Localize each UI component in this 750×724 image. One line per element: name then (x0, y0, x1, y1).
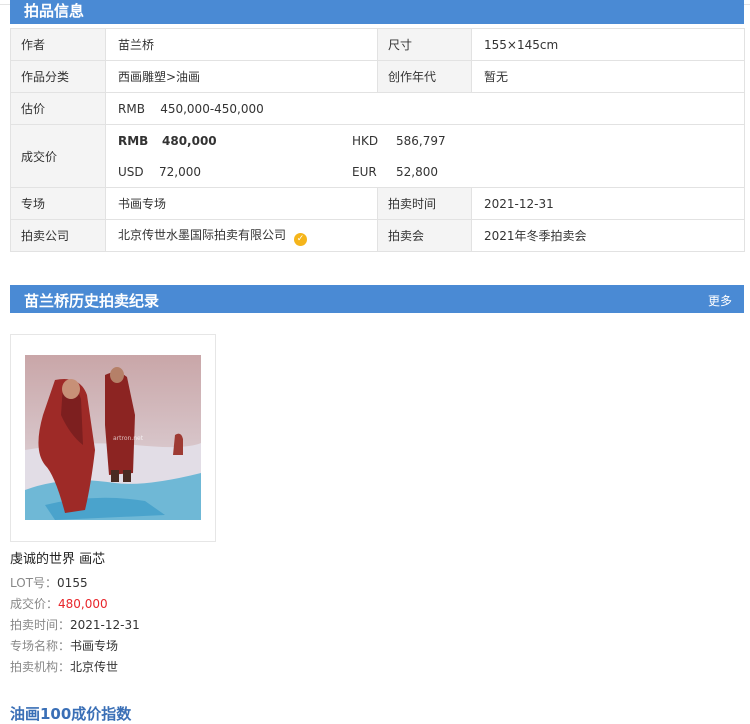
session-label: 专场 (10, 187, 106, 220)
lot-details: 虔诚的世界 画芯 LOT号：0155 成交价：480,000 拍卖时间：2021… (10, 548, 270, 678)
price-index-title: 油画100成价指数 (10, 705, 132, 723)
lot-time-key: 拍卖时间： (10, 618, 71, 632)
lot-info-table: 作者 苗兰桥 尺寸 155×145cm 作品分类 西画雕塑>油画 创作年代 暂无… (10, 28, 745, 252)
lot-title[interactable]: 虔诚的世界 画芯 (10, 548, 270, 567)
lot-session-value: 书画专场 (70, 639, 119, 653)
estimate-label: 估价 (10, 92, 106, 125)
auction-event-value[interactable]: 2021年冬季拍卖会 (471, 219, 745, 252)
lot-painting-image[interactable]: artron.net (25, 355, 201, 520)
deal-hkd-currency: HKD (352, 134, 379, 148)
lot-org-key: 拍卖机构： (10, 660, 71, 674)
deal-usd-value: 72,000 (159, 165, 201, 179)
deal-usd-currency: USD (118, 165, 144, 179)
deal-eur-value: 52,800 (396, 165, 438, 179)
author-value[interactable]: 苗兰桥 (105, 28, 378, 61)
lot-time-line: 拍卖时间：2021-12-31 (10, 615, 270, 636)
category-value[interactable]: 西画雕塑>油画 (105, 60, 378, 93)
deal-hkd-value: 586,797 (396, 134, 446, 148)
auction-time-label: 拍卖时间 (377, 187, 472, 220)
lot-session-line: 专场名称：书画专场 (10, 636, 270, 657)
deal-price-label: 成交价 (10, 124, 106, 188)
category-label: 作品分类 (10, 60, 106, 93)
company-value[interactable]: 北京传世水墨国际拍卖有限公司 (118, 228, 286, 242)
lot-org-value: 北京传世 (70, 660, 119, 674)
lot-number-key: LOT号： (10, 576, 58, 590)
estimate-value: RMB 450,000-450,000 (105, 92, 745, 125)
deal-price-values: RMB 480,000 HKD 586,797 USD 72,000 EUR 5… (105, 124, 745, 188)
author-label: 作者 (10, 28, 106, 61)
lot-price-line: 成交价：480,000 (10, 594, 270, 615)
size-label: 尺寸 (377, 28, 472, 61)
auction-event-label: 拍卖会 (377, 219, 472, 252)
verified-badge-icon: ✓ (294, 232, 308, 246)
lot-org-line: 拍卖机构：北京传世 (10, 657, 270, 678)
lot-number-value: 0155 (57, 576, 88, 590)
table-row: 估价 RMB 450,000-450,000 (10, 92, 745, 125)
table-row: 拍卖公司 北京传世水墨国际拍卖有限公司 ✓ 拍卖会 2021年冬季拍卖会 (10, 219, 745, 252)
lot-number-line: LOT号：0155 (10, 573, 270, 594)
deal-rmb-value: 480,000 (162, 134, 217, 148)
company-cell: 北京传世水墨国际拍卖有限公司 ✓ (105, 219, 378, 252)
table-row: 成交价 RMB 480,000 HKD 586,797 USD 72,000 E… (10, 124, 745, 188)
year-value: 暂无 (471, 60, 745, 93)
lot-card[interactable]: artron.net (10, 334, 216, 542)
estimate-range: 450,000-450,000 (160, 101, 264, 116)
history-section-header: 苗兰桥历史拍卖纪录 更多 (10, 285, 744, 313)
size-value: 155×145cm (471, 28, 745, 61)
lot-session-key: 专场名称： (10, 639, 71, 653)
table-row: 作品分类 西画雕塑>油画 创作年代 暂无 (10, 60, 745, 93)
deal-rmb-currency: RMB (118, 134, 149, 148)
history-section-title: 苗兰桥历史拍卖纪录 (24, 292, 160, 310)
table-row: 作者 苗兰桥 尺寸 155×145cm (10, 28, 745, 61)
info-section-header: 拍品信息 (10, 0, 744, 24)
info-section-title: 拍品信息 (24, 2, 85, 20)
svg-text:artron.net: artron.net (113, 435, 144, 442)
lot-price-value: 480,000 (58, 597, 108, 611)
deal-eur-currency: EUR (352, 165, 377, 179)
year-label: 创作年代 (377, 60, 472, 93)
more-link[interactable]: 更多 (708, 292, 732, 309)
company-label: 拍卖公司 (10, 219, 106, 252)
auction-time-value: 2021-12-31 (471, 187, 745, 220)
session-value[interactable]: 书画专场 (105, 187, 378, 220)
table-row: 专场 书画专场 拍卖时间 2021-12-31 (10, 187, 745, 220)
lot-time-value: 2021-12-31 (70, 618, 140, 632)
estimate-currency: RMB (118, 101, 145, 116)
lot-price-key: 成交价： (10, 597, 59, 611)
